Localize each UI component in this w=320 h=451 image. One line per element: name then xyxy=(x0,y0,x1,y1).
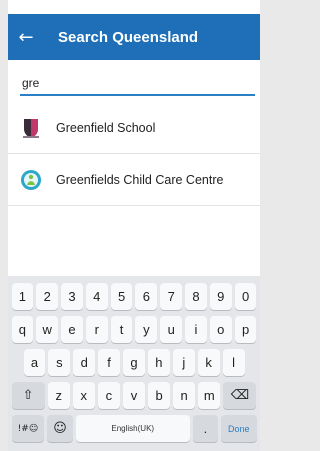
key-2[interactable]: 2 xyxy=(36,283,59,310)
key-r[interactable]: r xyxy=(85,316,108,343)
school-crest-icon xyxy=(23,118,39,138)
results-list: Greenfield School Greenfields Child Care… xyxy=(8,102,260,206)
key-3[interactable]: 3 xyxy=(61,283,83,310)
key-l[interactable]: l xyxy=(222,349,245,376)
key-n[interactable]: n xyxy=(173,382,196,409)
emoji-key-icon[interactable]: ☺ xyxy=(47,415,73,442)
keyboard-row-bottom: !#☺ ☺ English(UK) . Done xyxy=(8,412,260,445)
key-f[interactable]: f xyxy=(98,349,121,376)
key-o[interactable]: o xyxy=(209,316,232,343)
key-p[interactable]: p xyxy=(234,316,257,343)
keyboard-row-numbers: 1 2 3 4 5 6 7 8 9 0 xyxy=(8,280,260,313)
key-0[interactable]: 0 xyxy=(234,283,257,310)
key-u[interactable]: u xyxy=(160,316,183,343)
key-8[interactable]: 8 xyxy=(185,283,207,310)
childcare-logo-icon xyxy=(21,169,41,190)
key-i[interactable]: i xyxy=(185,316,207,343)
key-h[interactable]: h xyxy=(147,349,170,376)
key-1[interactable]: 1 xyxy=(11,283,34,310)
done-key[interactable]: Done xyxy=(221,415,257,442)
on-screen-keyboard: 1 2 3 4 5 6 7 8 9 0 q w e r t y u i o p … xyxy=(8,276,260,451)
key-6[interactable]: 6 xyxy=(135,283,158,310)
key-a[interactable]: a xyxy=(23,349,46,376)
search-field xyxy=(20,72,255,96)
space-key[interactable]: English(UK) xyxy=(75,415,190,442)
list-item[interactable]: Greenfields Child Care Centre xyxy=(8,154,260,206)
key-d[interactable]: d xyxy=(73,349,96,376)
key-v[interactable]: v xyxy=(122,382,146,409)
key-s[interactable]: s xyxy=(48,349,71,376)
list-item[interactable]: Greenfield School xyxy=(8,102,260,154)
key-9[interactable]: 9 xyxy=(209,283,232,310)
backspace-key-icon[interactable]: ⌫ xyxy=(223,382,257,409)
back-arrow-icon[interactable]: ← xyxy=(8,14,44,60)
key-q[interactable]: q xyxy=(11,316,34,343)
shift-key-icon[interactable]: ⇧ xyxy=(11,382,45,409)
key-m[interactable]: m xyxy=(198,382,221,409)
key-w[interactable]: w xyxy=(36,316,59,343)
keyboard-row-1: q w e r t y u i o p xyxy=(8,313,260,346)
result-label: Greenfield School xyxy=(56,120,156,135)
key-7[interactable]: 7 xyxy=(160,283,183,310)
key-b[interactable]: b xyxy=(148,382,171,409)
period-key[interactable]: . xyxy=(192,415,219,442)
key-g[interactable]: g xyxy=(123,349,145,376)
key-j[interactable]: j xyxy=(172,349,195,376)
key-5[interactable]: 5 xyxy=(110,283,133,310)
key-x[interactable]: x xyxy=(72,382,95,409)
keyboard-row-2: a s d f g h j k l xyxy=(8,346,260,379)
key-y[interactable]: y xyxy=(135,316,158,343)
symbols-key[interactable]: !#☺ xyxy=(11,415,45,442)
key-e[interactable]: e xyxy=(61,316,83,343)
app-bar: ← Search Queensland xyxy=(8,14,260,60)
result-label: Greenfields Child Care Centre xyxy=(56,172,224,187)
phone-screen: ← Search Queensland Greenfield School Gr… xyxy=(8,0,260,451)
keyboard-row-3: ⇧ z x c v b n m ⌫ xyxy=(8,379,260,412)
key-4[interactable]: 4 xyxy=(85,283,108,310)
key-c[interactable]: c xyxy=(97,382,120,409)
key-z[interactable]: z xyxy=(47,382,70,409)
key-k[interactable]: k xyxy=(197,349,220,376)
search-input[interactable] xyxy=(20,72,255,94)
key-t[interactable]: t xyxy=(110,316,133,343)
app-bar-title: Search Queensland xyxy=(58,28,199,46)
